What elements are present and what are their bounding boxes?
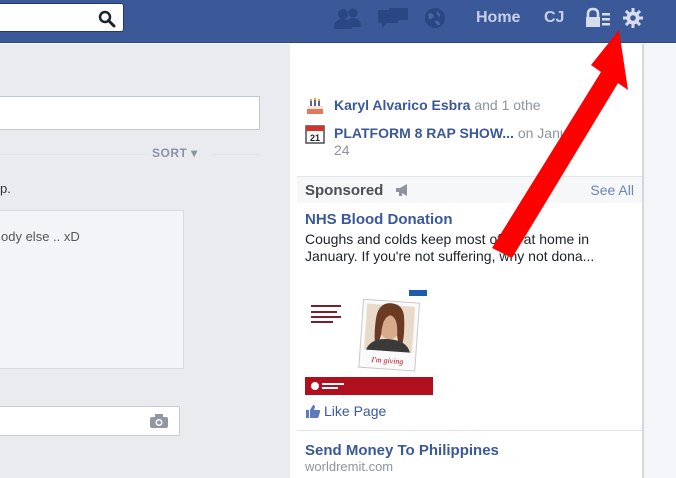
birthday-cake-icon	[307, 97, 323, 114]
friend-requests-icon[interactable]	[333, 7, 363, 29]
megaphone-icon	[396, 184, 407, 196]
camera-icon[interactable]	[149, 413, 169, 429]
sponsored-header: Sponsored See All	[297, 176, 642, 203]
like-page-label: Like Page	[324, 403, 387, 419]
event-date: 24	[334, 142, 350, 158]
shared-post-box: ody else .. xD	[0, 210, 184, 369]
event-name[interactable]: PLATFORM 8 RAP SHOW...	[334, 125, 514, 141]
post-text: ody else .. xD	[1, 229, 80, 244]
status-composer-input[interactable]	[0, 96, 260, 130]
top-navigation-bar: Home CJ	[0, 0, 676, 43]
calendar-icon: 21	[305, 125, 325, 144]
search-input[interactable]	[0, 3, 124, 32]
ad2-domain: worldremit.com	[305, 459, 394, 474]
birthday-suffix: and 1 othe	[474, 97, 541, 113]
ad-body[interactable]: Coughs and colds keep most of us at home…	[305, 231, 625, 265]
settings-gear-icon[interactable]	[622, 7, 644, 29]
page-edge	[644, 44, 676, 478]
ad2-title[interactable]: Send Money To Philippines	[305, 442, 499, 459]
write-comment-input[interactable]	[0, 406, 180, 436]
sort-divider-right	[212, 154, 260, 155]
sort-menu[interactable]: SORT ▾	[152, 146, 198, 160]
story-text: p.	[0, 181, 11, 196]
profile-link[interactable]: CJ	[544, 8, 564, 28]
home-link[interactable]: Home	[476, 8, 520, 28]
sort-divider-left	[0, 154, 146, 155]
ad-title[interactable]: NHS Blood Donation	[305, 211, 452, 228]
messages-icon[interactable]	[377, 7, 409, 29]
like-page-button[interactable]: Like Page	[305, 403, 386, 419]
birthday-reminder[interactable]: Karyl Alvarico Esbra and 1 othe	[334, 97, 541, 113]
see-all-link[interactable]: See All	[590, 182, 634, 198]
privacy-shortcuts-icon[interactable]	[585, 7, 611, 29]
event-reminder[interactable]: PLATFORM 8 RAP SHOW... on January	[334, 125, 587, 141]
ad-image[interactable]: I'm giving	[305, 287, 433, 395]
event-suffix: on January	[517, 125, 588, 141]
search-icon[interactable]	[98, 10, 116, 28]
thumbs-up-icon	[306, 405, 321, 418]
svg-text:21: 21	[310, 133, 320, 143]
birthday-name[interactable]: Karyl Alvarico Esbra	[334, 97, 470, 113]
sponsored-title: Sponsored	[305, 182, 384, 199]
ad-separator	[297, 430, 642, 431]
notifications-globe-icon[interactable]	[423, 7, 447, 29]
